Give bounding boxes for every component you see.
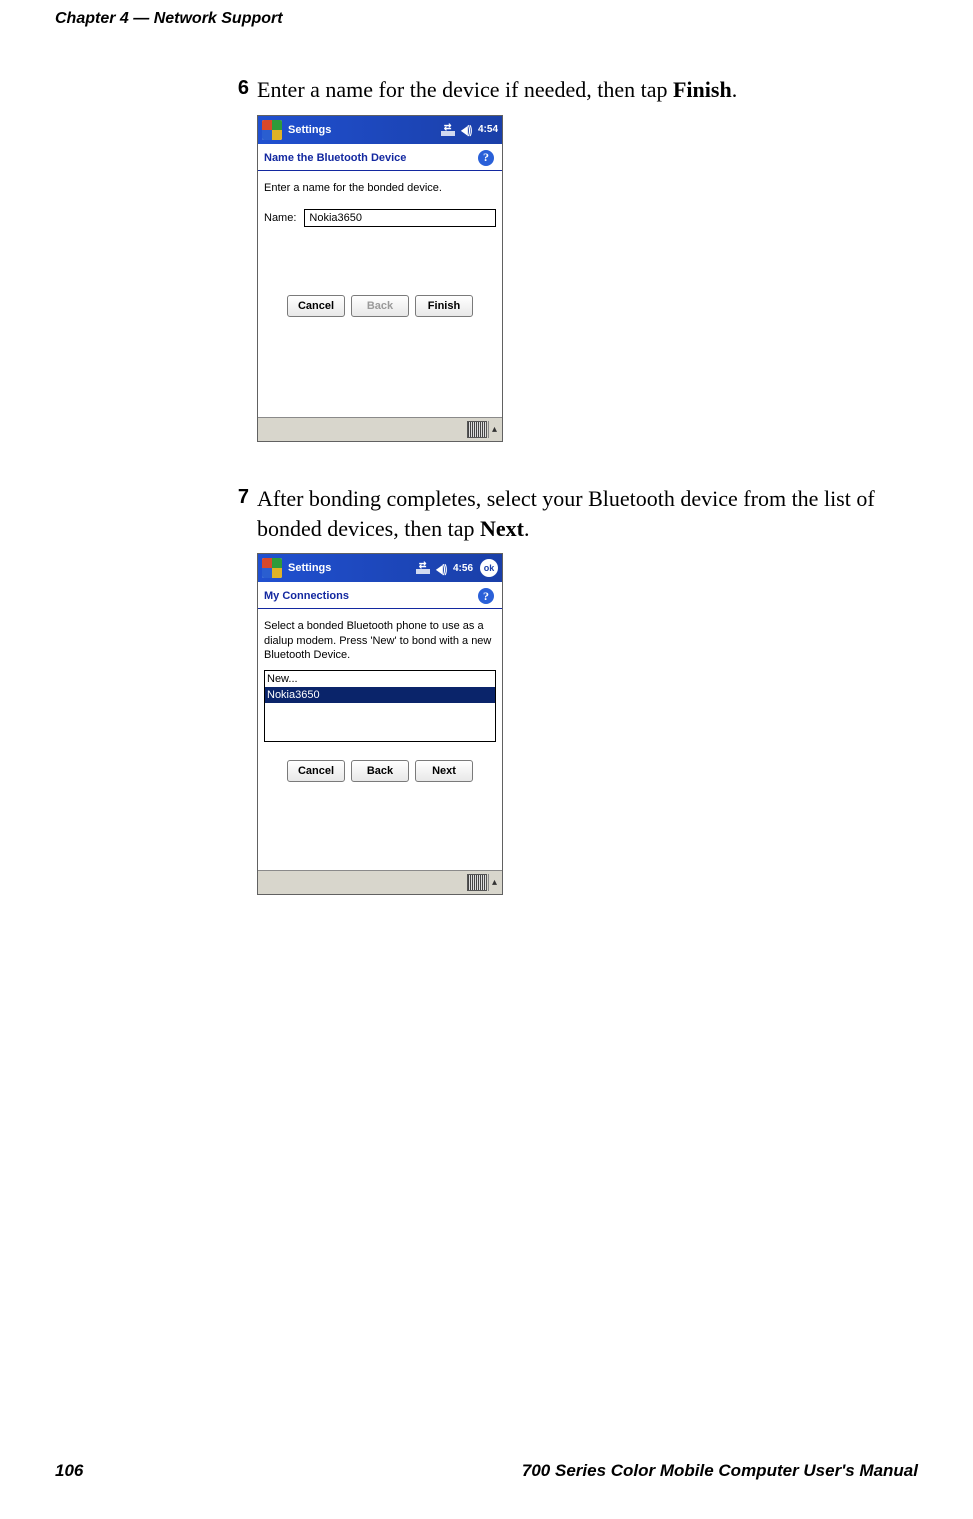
- sip-menu-arrow[interactable]: ▴: [488, 421, 500, 438]
- titlebar: Settings ⇄ ◀⸩ 4:54: [258, 116, 502, 144]
- step-6: 6 Enter a name for the device if needed,…: [225, 75, 918, 105]
- status-icons: ⇄ ◀⸩ 4:56 ok: [416, 559, 498, 577]
- step-number: 7: [225, 484, 249, 543]
- screen-title: Name the Bluetooth Device: [264, 152, 406, 164]
- sip-menu-arrow[interactable]: ▴: [488, 874, 500, 891]
- status-icons: ⇄ ◀⸩ 4:54: [441, 121, 498, 138]
- bonded-list[interactable]: New... Nokia3650: [264, 670, 496, 742]
- step-number: 6: [225, 75, 249, 105]
- separator: —: [129, 10, 154, 27]
- list-item[interactable]: Nokia3650: [265, 687, 495, 703]
- volume-icon[interactable]: ◀⸩: [436, 560, 447, 577]
- clock[interactable]: 4:56: [453, 563, 473, 574]
- page-number: 106: [55, 1461, 83, 1481]
- manual-title: 700 Series Color Mobile Computer User's …: [522, 1461, 918, 1481]
- finish-button[interactable]: Finish: [415, 295, 473, 317]
- dialog-body: Select a bonded Bluetooth phone to use a…: [258, 615, 502, 870]
- screen-title-row: Name the Bluetooth Device ?: [258, 144, 502, 170]
- volume-icon[interactable]: ◀⸩: [461, 121, 472, 138]
- divider: [258, 608, 502, 609]
- keyboard-icon[interactable]: [467, 421, 487, 438]
- back-button: Back: [351, 295, 409, 317]
- screen-title-row: My Connections ?: [258, 582, 502, 608]
- cancel-button[interactable]: Cancel: [287, 760, 345, 782]
- keyboard-icon[interactable]: [467, 874, 487, 891]
- back-button[interactable]: Back: [351, 760, 409, 782]
- titlebar-text: Settings: [288, 562, 410, 574]
- instruction-text: Enter a name for the bonded device.: [264, 181, 496, 195]
- list-item[interactable]: New...: [265, 671, 495, 687]
- screen-title: My Connections: [264, 590, 349, 602]
- start-icon[interactable]: [262, 558, 282, 578]
- start-icon[interactable]: [262, 120, 282, 140]
- step-text: Enter a name for the device if needed, t…: [257, 75, 737, 105]
- name-label: Name:: [264, 212, 296, 224]
- titlebar: Settings ⇄ ◀⸩ 4:56 ok: [258, 554, 502, 582]
- cancel-button[interactable]: Cancel: [287, 295, 345, 317]
- connectivity-icon[interactable]: ⇄: [416, 562, 430, 574]
- running-header: Chapter 4 — Network Support: [55, 10, 918, 28]
- instruction-text: Select a bonded Bluetooth phone to use a…: [264, 619, 496, 662]
- sip-bar: ▴: [258, 417, 502, 441]
- sip-bar: ▴: [258, 870, 502, 894]
- next-button[interactable]: Next: [415, 760, 473, 782]
- divider: [258, 170, 502, 171]
- screenshot-my-connections: Settings ⇄ ◀⸩ 4:56 ok My Connections ? S…: [257, 553, 503, 895]
- step-7: 7 After bonding completes, select your B…: [225, 484, 918, 543]
- screenshot-name-device: Settings ⇄ ◀⸩ 4:54 Name the Bluetooth De…: [257, 115, 503, 442]
- chapter-label: Chapter 4: [55, 10, 129, 27]
- connectivity-icon[interactable]: ⇄: [441, 124, 455, 136]
- titlebar-text: Settings: [288, 124, 435, 136]
- device-name-input[interactable]: [304, 209, 496, 227]
- help-icon[interactable]: ?: [478, 150, 494, 166]
- running-footer: 106 700 Series Color Mobile Computer Use…: [55, 1461, 918, 1481]
- chapter-title: Network Support: [154, 10, 283, 27]
- clock[interactable]: 4:54: [478, 124, 498, 135]
- step-text: After bonding completes, select your Blu…: [257, 484, 918, 543]
- ok-button[interactable]: ok: [480, 559, 498, 577]
- help-icon[interactable]: ?: [478, 588, 494, 604]
- dialog-body: Enter a name for the bonded device. Name…: [258, 177, 502, 417]
